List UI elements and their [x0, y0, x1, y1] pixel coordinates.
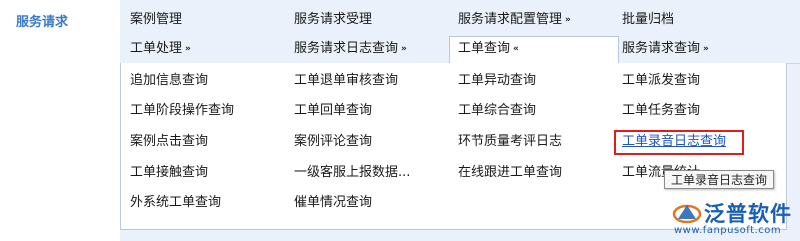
menu-item-case-management[interactable]: 案例管理: [130, 12, 182, 28]
menu-item-service-request-config[interactable]: 服务请求配置管理»: [458, 12, 571, 29]
menu-item-label: 服务请求查询: [622, 41, 701, 56]
menu-item-label: 工单查询: [458, 41, 511, 56]
chevron-down-icon: »: [401, 44, 407, 54]
dropdown-item-quality-eval-log[interactable]: 环节质量考评日志: [458, 134, 562, 150]
menu-item-ticket-processing[interactable]: 工单处理»: [130, 41, 191, 58]
menu-item-ticket-query[interactable]: 工单查询 «: [458, 41, 519, 58]
chevron-down-icon: »: [185, 44, 191, 54]
dropdown-item-change-query[interactable]: 工单异动查询: [458, 73, 536, 89]
dropdown-item-case-comment-query[interactable]: 案例评论查询: [294, 134, 372, 150]
dropdown-item-return-review-query[interactable]: 工单退单审核查询: [294, 73, 398, 89]
highlight-box: [614, 130, 744, 155]
dropdown-item-stage-operation-query[interactable]: 工单阶段操作查询: [130, 103, 234, 119]
watermark-brand: 泛普软件: [704, 202, 792, 226]
dropdown-item-online-followup-query[interactable]: 在线跟进工单查询: [458, 165, 562, 181]
dropdown-item-comprehensive-query[interactable]: 工单综合查询: [458, 103, 536, 119]
menu-item-service-request-intake[interactable]: 服务请求受理: [294, 12, 372, 28]
menu-item-service-log-query[interactable]: 服务请求日志查询»: [294, 41, 407, 58]
menu-item-service-request-query[interactable]: 服务请求查询»: [622, 41, 709, 58]
menu-item-label: 批量归档: [622, 12, 675, 27]
dropdown-item-task-query[interactable]: 工单任务查询: [622, 103, 700, 119]
watermark-url: www.fanpusoft.com: [674, 225, 782, 236]
menu-item-label: 服务请求日志查询: [294, 41, 399, 56]
chevron-down-icon: »: [565, 15, 571, 25]
chevron-up-icon: «: [513, 44, 519, 54]
dropdown-item-tier1-report-data[interactable]: 一级客服上报数据...: [294, 165, 410, 181]
dropdown-item-dispatch-query[interactable]: 工单派发查询: [622, 73, 700, 89]
sidebar-title: 服务请求: [16, 15, 69, 30]
dropdown-item-append-info-query[interactable]: 追加信息查询: [130, 73, 208, 89]
menu-item-label: 服务请求配置管理: [458, 12, 563, 27]
menu-item-batch-archive[interactable]: 批量归档: [622, 12, 674, 28]
dropdown-item-reminder-query[interactable]: 催单情况查询: [294, 195, 372, 211]
menu-item-label: 工单处理: [130, 41, 183, 56]
dropdown-item-case-click-query[interactable]: 案例点击查询: [130, 134, 208, 150]
tooltip: 工单录音日志查询: [664, 170, 775, 189]
dropdown-item-reply-query[interactable]: 工单回单查询: [294, 103, 372, 119]
watermark: 泛普软件 www.fanpusoft.com: [664, 196, 800, 241]
dropdown-item-contact-query[interactable]: 工单接触查询: [130, 165, 208, 181]
menu-item-label: 服务请求受理: [294, 12, 373, 27]
dropdown-item-external-ticket-query[interactable]: 外系统工单查询: [130, 195, 221, 211]
chevron-down-icon: »: [703, 44, 709, 54]
fanpu-logo-icon: [672, 204, 702, 224]
menu-item-label: 案例管理: [130, 12, 183, 27]
